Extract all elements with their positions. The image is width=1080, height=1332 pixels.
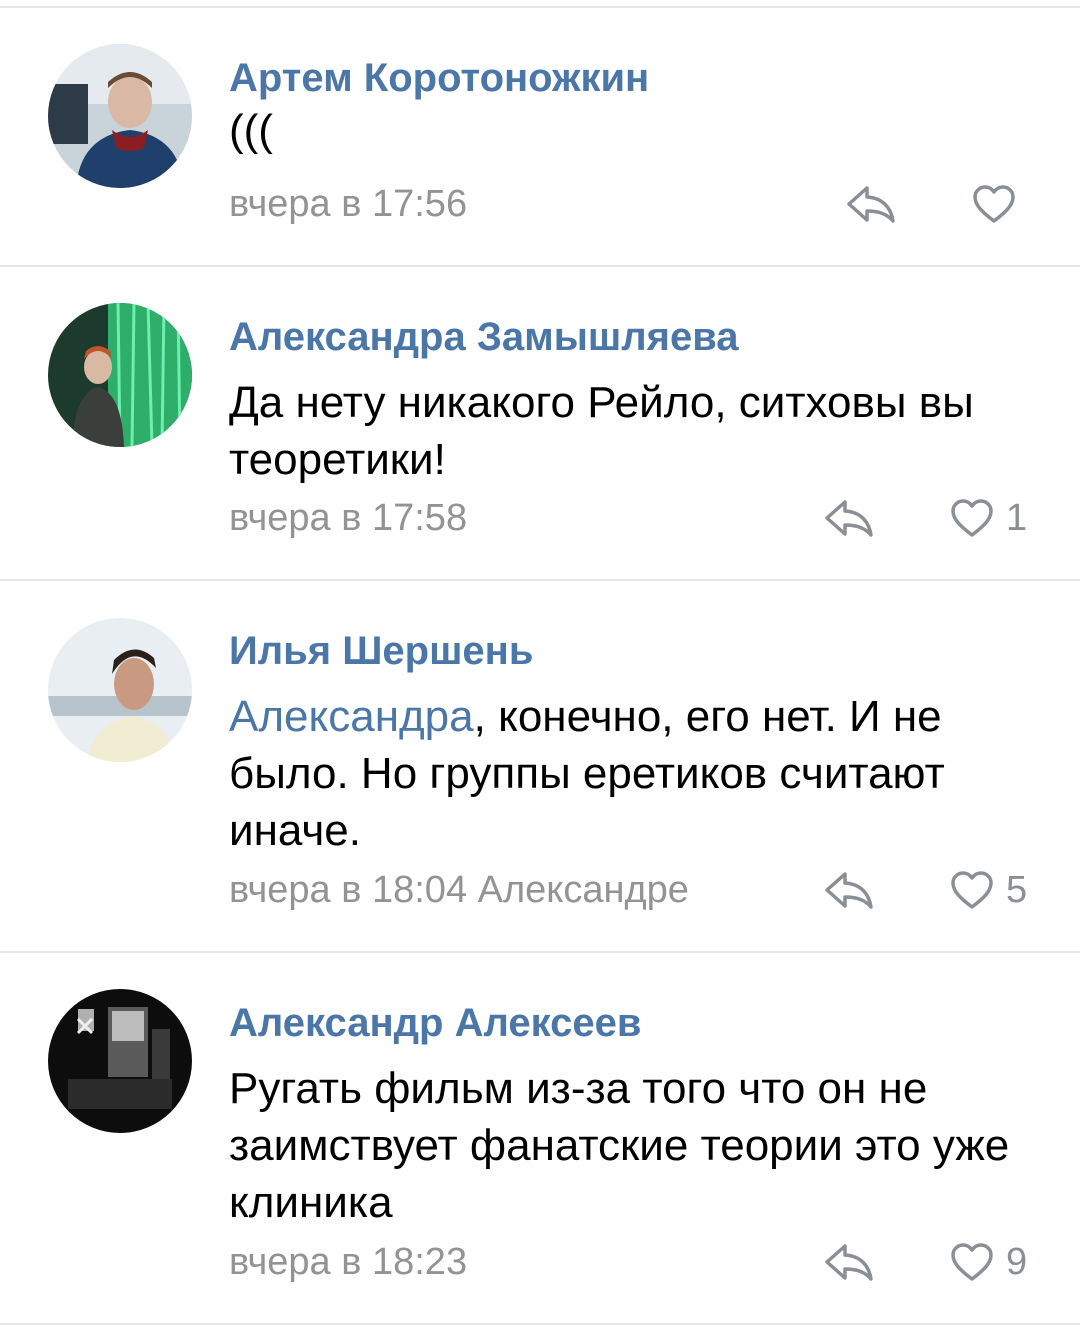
comment-text: Да нету никакого Рейло, ситховы вы теоре… [229, 378, 974, 484]
comment-time[interactable]: вчера в 17:56 [229, 183, 467, 225]
like-button[interactable]: 9 [950, 1240, 1027, 1284]
comment-author[interactable]: Артем Коротоножкин [229, 54, 649, 102]
avatar[interactable] [48, 989, 192, 1133]
comment-author[interactable]: Александра Замышляева [229, 313, 739, 361]
divider [0, 6, 1080, 8]
heart-outline-icon [951, 871, 993, 909]
like-button[interactable]: 1 [950, 496, 1027, 540]
comment-meta: вчера в 18:23 [229, 1240, 467, 1284]
comment-meta: вчера в 17:58 [229, 496, 467, 540]
comment-text: Александра, конечно, его нет. И не было.… [229, 688, 1039, 859]
divider [0, 579, 1080, 581]
comment-author[interactable]: Илья Шершень [229, 627, 533, 675]
mention-link[interactable]: Александра [229, 692, 474, 741]
avatar[interactable] [48, 618, 192, 762]
like-count: 9 [1006, 1241, 1028, 1283]
like-count: 1 [1006, 497, 1028, 539]
reply-arrow-icon[interactable] [823, 1242, 875, 1282]
divider [0, 1323, 1080, 1325]
comment-text: Ругать фильм из-за того что он не заимст… [229, 1064, 1010, 1227]
reply-arrow-icon[interactable] [823, 498, 875, 538]
comment-time[interactable]: вчера в 17:58 [229, 497, 467, 539]
like-button[interactable] [972, 182, 1028, 226]
avatar[interactable] [48, 44, 192, 188]
divider [0, 265, 1080, 267]
comment-author[interactable]: Александр Алексеев [229, 999, 641, 1047]
reply-arrow-icon[interactable] [845, 184, 897, 224]
comment-text: ((( [229, 106, 273, 155]
like-button[interactable]: 5 [950, 868, 1027, 912]
heart-outline-icon [951, 1243, 993, 1281]
comment-time[interactable]: вчера в 18:04 [229, 869, 467, 911]
comment-meta: вчера в 17:56 [229, 182, 467, 226]
reply-to-link[interactable]: Александре [478, 869, 689, 911]
reply-arrow-icon[interactable] [823, 870, 875, 910]
avatar[interactable] [48, 303, 192, 447]
like-count: 5 [1006, 869, 1028, 911]
comment-meta: вчера в 18:04 Александре [229, 868, 689, 912]
comment-time[interactable]: вчера в 18:23 [229, 1241, 467, 1283]
heart-outline-icon [973, 185, 1015, 223]
divider [0, 951, 1080, 953]
heart-outline-icon [951, 499, 993, 537]
